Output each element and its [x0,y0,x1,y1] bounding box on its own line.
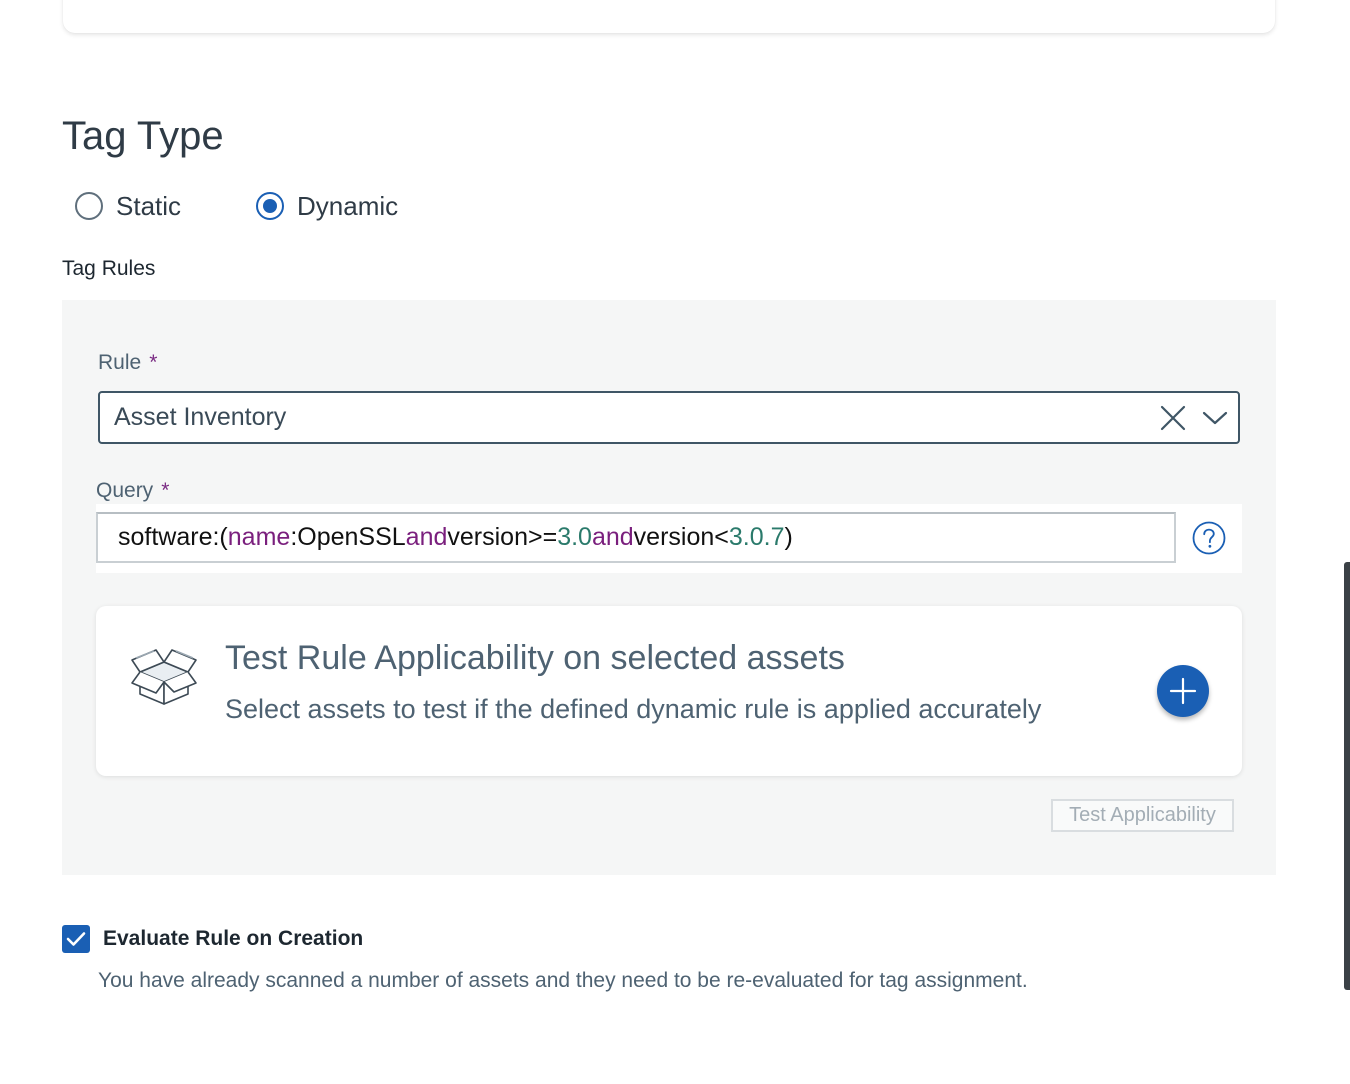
evaluate-rule-label: Evaluate Rule on Creation [103,927,364,950]
rule-select[interactable]: Asset Inventory [98,391,1240,444]
plus-icon [1169,677,1197,705]
query-input[interactable]: software:(name:OpenSSL and version>= 3.0 … [96,512,1176,563]
radio-static[interactable]: Static [75,191,181,222]
required-mark: * [149,351,158,374]
rule-label: Rule * [98,351,158,374]
tag-rules-heading: Tag Rules [62,257,156,280]
evaluate-rule-checkbox[interactable] [62,925,90,953]
radio-static-label: Static [116,190,182,221]
required-mark: * [161,479,170,502]
tag-rules-panel: Rule * Asset Inventory Query * software:(n… [62,300,1276,875]
question-circle-icon[interactable] [1192,521,1226,555]
radio-dynamic-circle[interactable] [256,192,285,220]
test-card-subtitle: Select assets to test if the defined dyn… [225,694,1042,724]
page-scrollbar[interactable] [1344,562,1350,990]
add-assets-button[interactable] [1157,665,1209,717]
radio-dynamic-label: Dynamic [297,190,399,221]
open-box-icon [130,646,198,708]
evaluate-rule-description: You have already scanned a number of ass… [98,969,1028,992]
tag-type-title: Tag Type [62,114,224,158]
previous-section-card [63,0,1275,33]
query-label: Query * [96,479,170,502]
evaluate-rule-row: Evaluate Rule on Creation [62,925,363,953]
tag-type-radio-group: Static Dynamic [75,186,398,226]
rule-select-value: Asset Inventory [114,403,287,431]
test-rule-card: Test Rule Applicability on selected asse… [96,606,1242,776]
radio-dynamic[interactable]: Dynamic [256,191,398,222]
check-icon [66,932,86,946]
chevron-down-icon[interactable] [1198,401,1232,435]
test-applicability-button[interactable]: Test Applicability [1051,799,1234,832]
close-icon[interactable] [1156,401,1190,435]
query-field-wrapper: software:(name:OpenSSL and version>= 3.0 … [96,504,1242,573]
radio-static-circle[interactable] [75,192,103,220]
test-card-title: Test Rule Applicability on selected asse… [225,639,845,677]
